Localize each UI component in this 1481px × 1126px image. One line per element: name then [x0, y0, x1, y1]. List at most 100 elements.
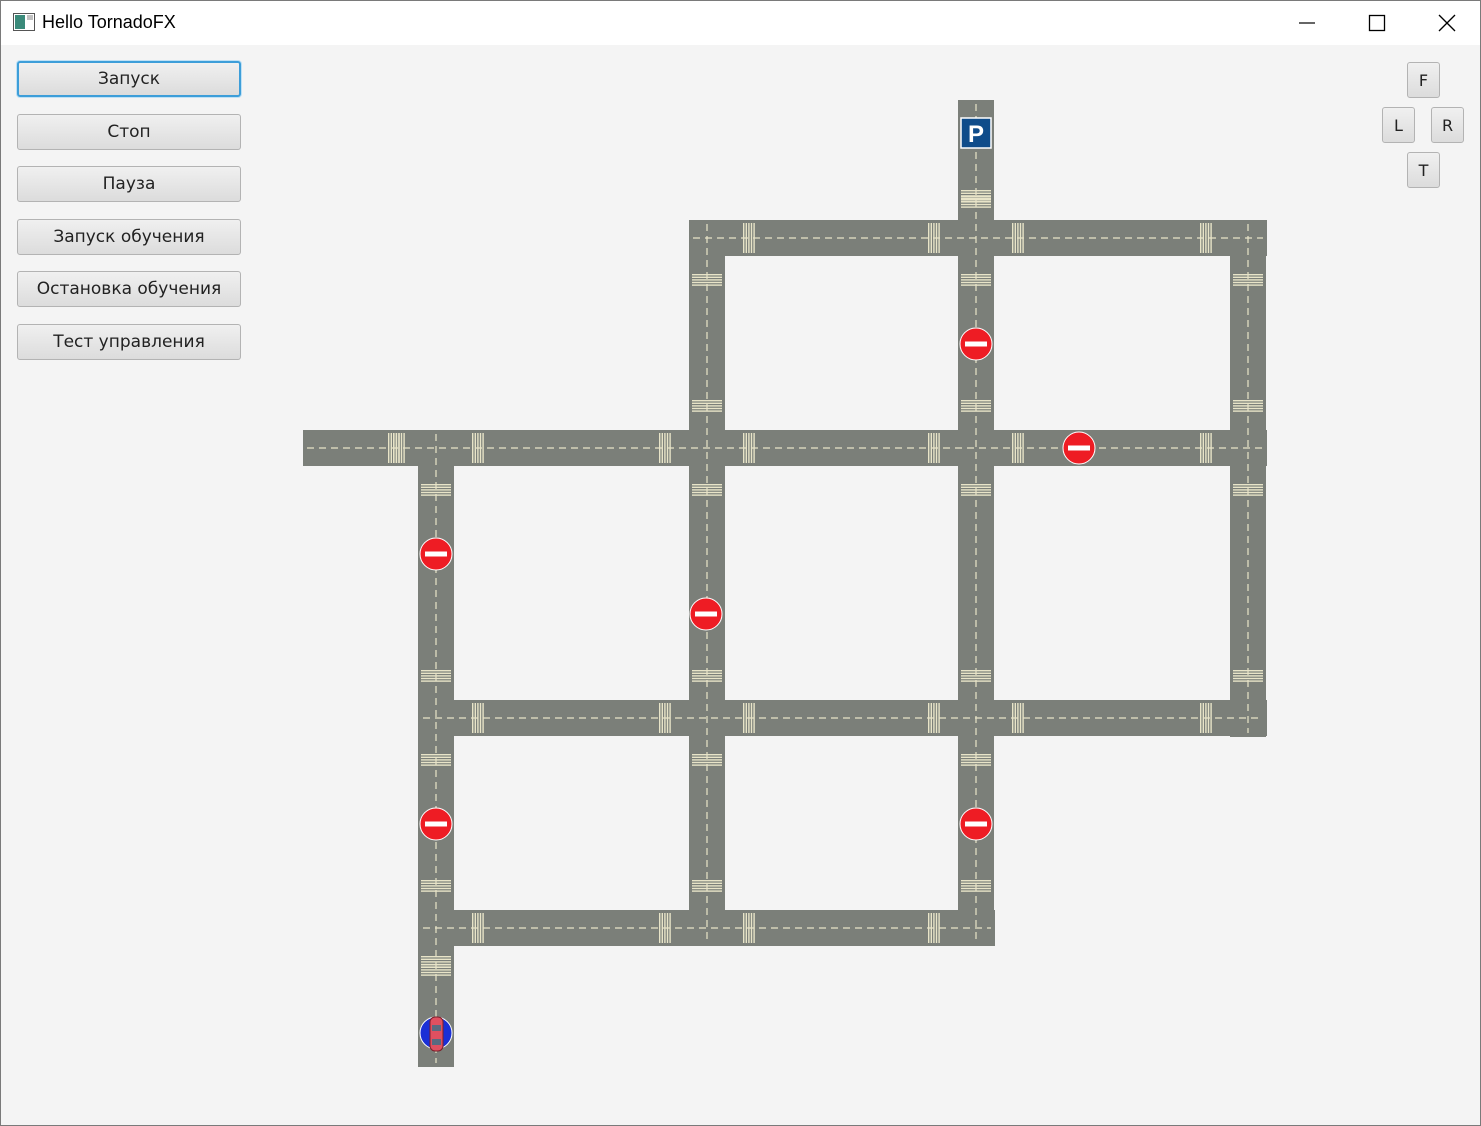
- crosswalk-stripe: [659, 913, 661, 943]
- crosswalk-stripe: [1019, 433, 1022, 463]
- crosswalk-stripe: [961, 494, 991, 496]
- crosswalk-stripe: [421, 675, 451, 677]
- crosswalk-stripe: [1233, 484, 1263, 486]
- stop-button[interactable]: Стоп: [17, 114, 241, 150]
- crosswalk-stripe: [961, 190, 991, 192]
- crosswalk-stripe: [961, 761, 991, 764]
- crosswalk-stripe: [421, 756, 451, 758]
- crosswalk-stripe: [474, 433, 476, 463]
- forward-button[interactable]: F: [1407, 62, 1440, 98]
- crosswalk-stripe: [421, 677, 451, 680]
- crosswalk-stripe: [692, 670, 722, 672]
- crosswalk-stripe: [961, 489, 991, 491]
- crosswalk-stripe: [1233, 677, 1263, 680]
- stop-training-button[interactable]: Остановка обучения: [17, 271, 241, 307]
- crosswalk-stripe: [692, 672, 722, 674]
- crosswalk-stripe: [1210, 433, 1212, 463]
- crosswalk-stripe: [930, 703, 932, 733]
- crosswalk-stripe: [753, 433, 755, 463]
- crosswalk-stripe: [933, 703, 935, 733]
- crosswalk-stripe: [961, 756, 991, 758]
- crosswalk-stripe: [395, 433, 397, 463]
- crosswalk-stripe: [928, 703, 930, 733]
- crosswalk-stripe: [1207, 223, 1210, 253]
- crosswalk-stripe: [933, 433, 935, 463]
- test-control-button[interactable]: Тест управления: [17, 324, 241, 360]
- crosswalk-stripe: [930, 223, 932, 253]
- start-training-button[interactable]: Запуск обучения: [17, 219, 241, 255]
- crosswalk-stripe: [692, 284, 722, 286]
- crosswalk-stripe: [421, 761, 451, 764]
- right-button[interactable]: R: [1431, 107, 1464, 143]
- crosswalk-stripe: [390, 433, 392, 463]
- crosswalk-stripe: [421, 754, 451, 756]
- crosswalk-stripe: [692, 405, 722, 407]
- crosswalk-stripe: [482, 913, 484, 943]
- crosswalk-stripe: [961, 486, 991, 488]
- crosswalk-stripe: [692, 486, 722, 488]
- crosswalk-stripe: [393, 433, 395, 463]
- crosswalk-stripe: [1019, 223, 1022, 253]
- crosswalk-stripe: [961, 670, 991, 672]
- crosswalk-stripe: [1233, 405, 1263, 407]
- crosswalk-stripe: [961, 882, 991, 884]
- crosswalk-stripe: [1022, 223, 1024, 253]
- crosswalk-stripe: [400, 433, 403, 463]
- crosswalk-stripe: [421, 958, 451, 960]
- crosswalk-stripe: [933, 223, 935, 253]
- crosswalk-stripe: [1202, 223, 1204, 253]
- crosswalk-stripe: [745, 223, 747, 253]
- crosswalk-stripe: [1233, 276, 1263, 278]
- crosswalk-stripe: [1233, 494, 1263, 496]
- crosswalk-stripe: [961, 276, 991, 278]
- crosswalk-stripe: [692, 484, 722, 486]
- crosswalk-stripe: [692, 887, 722, 890]
- crosswalk-stripe: [961, 887, 991, 890]
- crosswalk-stripe: [1210, 703, 1212, 733]
- crosswalk-stripe: [961, 491, 991, 494]
- crosswalk-stripe: [692, 677, 722, 680]
- crosswalk-stripe: [1233, 410, 1263, 412]
- crosswalk-stripe: [961, 880, 991, 882]
- crosswalk-stripe: [1233, 489, 1263, 491]
- crosswalk-stripe: [659, 433, 661, 463]
- turn-button[interactable]: T: [1407, 152, 1440, 188]
- crosswalk-stripe: [745, 913, 747, 943]
- crosswalk-stripe: [661, 913, 663, 943]
- pause-button[interactable]: Пауза: [17, 166, 241, 202]
- crosswalk-stripe: [961, 281, 991, 284]
- crosswalk-stripe: [1200, 433, 1202, 463]
- crosswalk-stripe: [750, 703, 753, 733]
- crosswalk-stripe: [692, 491, 722, 494]
- crosswalk-stripe: [692, 400, 722, 402]
- crosswalk-stripe: [669, 703, 671, 733]
- crosswalk-stripe: [961, 484, 991, 486]
- crosswalk-stripe: [482, 433, 484, 463]
- crosswalk-stripe: [692, 407, 722, 410]
- crosswalk-stripe: [421, 969, 451, 971]
- crosswalk-stripe: [1233, 281, 1263, 284]
- crosswalk-stripe: [928, 433, 930, 463]
- left-button[interactable]: L: [1382, 107, 1415, 143]
- start-button[interactable]: Запуск: [17, 61, 241, 97]
- crosswalk-stripe: [1012, 433, 1014, 463]
- crosswalk-stripe: [472, 913, 474, 943]
- app-window: Hello TornadoFX P Запуск Стоп Пауза Запу…: [0, 0, 1481, 1126]
- crosswalk-stripe: [1233, 672, 1263, 674]
- crosswalk-stripe: [421, 887, 451, 890]
- crosswalk-stripe: [666, 433, 669, 463]
- crosswalk-stripe: [421, 486, 451, 488]
- crosswalk-stripe: [745, 433, 747, 463]
- crosswalk-stripe: [1205, 703, 1207, 733]
- crosswalk-stripe: [938, 913, 940, 943]
- crosswalk-stripe: [403, 433, 405, 463]
- crosswalk-stripe: [477, 703, 479, 733]
- car-window: [432, 1025, 441, 1031]
- crosswalk-stripe: [1017, 223, 1019, 253]
- crosswalk-stripe: [961, 206, 991, 208]
- crosswalk-stripe: [421, 966, 451, 968]
- crosswalk-stripe: [421, 956, 451, 958]
- crosswalk-stripe: [692, 410, 722, 412]
- crosswalk-stripe: [961, 201, 991, 203]
- parking-sign-label: P: [968, 121, 984, 148]
